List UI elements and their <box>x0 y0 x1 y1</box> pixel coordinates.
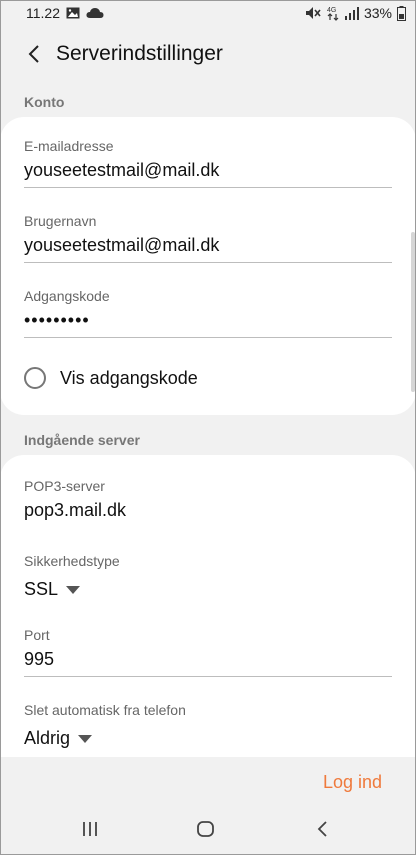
security-type-label: Sikkerhedstype <box>24 553 120 569</box>
password-label: Adgangskode <box>24 288 110 304</box>
home-icon[interactable] <box>196 819 216 844</box>
show-password-toggle[interactable]: Vis adgangskode <box>24 367 198 389</box>
security-type-value: SSL <box>24 579 59 599</box>
email-field[interactable]: E-mailadresse youseetestmail@mail.dk <box>24 138 392 188</box>
status-time: 11.22 <box>26 5 60 21</box>
dropdown-caret-icon <box>78 734 93 743</box>
auto-delete-value: Aldrig <box>24 728 71 748</box>
username-label: Brugernavn <box>24 213 97 229</box>
incoming-server-card: POP3-server pop3.mail.dk Sikkerhedstype … <box>0 455 416 775</box>
system-nav-bar <box>0 807 416 854</box>
security-type-dropdown[interactable]: SSL <box>24 579 392 600</box>
mute-icon <box>305 6 321 20</box>
pop3-server-input[interactable]: pop3.mail.dk <box>24 500 392 527</box>
recent-apps-icon[interactable] <box>80 819 100 844</box>
show-password-checkbox[interactable] <box>24 367 46 389</box>
cloud-icon <box>86 7 104 19</box>
back-icon[interactable] <box>314 819 334 844</box>
dropdown-caret-icon <box>66 585 81 594</box>
show-password-label: Vis adgangskode <box>60 367 198 388</box>
signal-icon <box>344 6 359 20</box>
port-field[interactable]: Port 995 <box>24 627 392 677</box>
svg-text:4G: 4G <box>327 7 336 14</box>
auto-delete-field[interactable]: Slet automatisk fra telefon Aldrig <box>24 702 392 749</box>
account-card: E-mailadresse youseetestmail@mail.dk Bru… <box>0 117 416 415</box>
page-title: Serverindstillinger <box>56 42 223 65</box>
status-bar: 11.22 4G 33% <box>0 0 416 26</box>
username-field[interactable]: Brugernavn youseetestmail@mail.dk <box>24 213 392 263</box>
section-label-incoming: Indgående server <box>24 432 140 448</box>
port-label: Port <box>24 627 50 643</box>
4g-icon: 4G <box>326 5 340 21</box>
battery-percent: 33% <box>363 5 392 21</box>
password-input[interactable]: ••••••••• <box>24 310 392 338</box>
section-label-account: Konto <box>24 94 65 110</box>
pop3-server-field[interactable]: POP3-server pop3.mail.dk <box>24 478 392 527</box>
email-input[interactable]: youseetestmail@mail.dk <box>24 160 392 188</box>
port-input[interactable]: 995 <box>24 649 392 677</box>
pop3-server-label: POP3-server <box>24 478 105 494</box>
security-type-field[interactable]: Sikkerhedstype SSL <box>24 553 392 600</box>
login-button[interactable]: Log ind <box>323 772 382 793</box>
back-arrow-icon[interactable] <box>14 34 54 74</box>
auto-delete-label: Slet automatisk fra telefon <box>24 702 186 718</box>
username-input[interactable]: youseetestmail@mail.dk <box>24 235 392 263</box>
image-icon <box>66 7 80 19</box>
battery-icon <box>397 5 406 21</box>
bottom-action-bar: Log ind <box>0 757 416 807</box>
auto-delete-dropdown[interactable]: Aldrig <box>24 728 392 749</box>
password-field[interactable]: Adgangskode ••••••••• <box>24 288 392 338</box>
app-header: Serverindstillinger <box>0 26 416 82</box>
scrollbar[interactable] <box>411 232 415 392</box>
email-label: E-mailadresse <box>24 138 114 154</box>
